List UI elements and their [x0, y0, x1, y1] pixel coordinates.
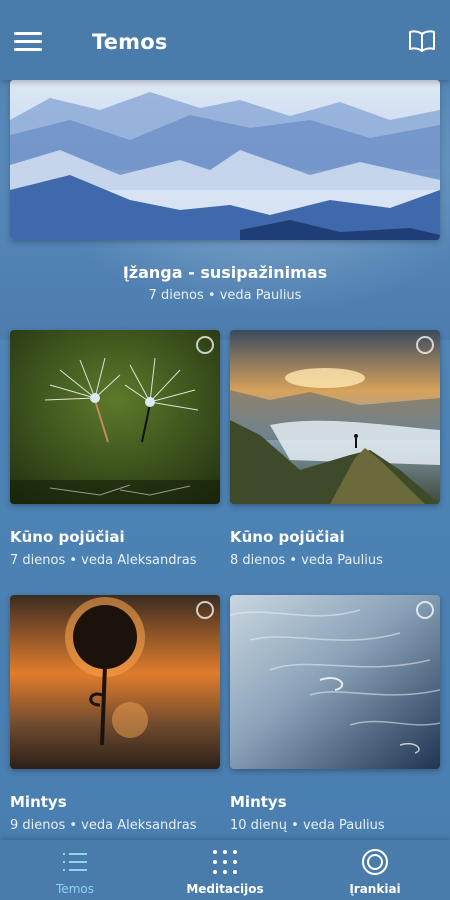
topic-card[interactable]	[230, 595, 440, 769]
completion-radio[interactable]	[196, 601, 214, 619]
list-icon	[63, 853, 87, 871]
completion-radio[interactable]	[416, 336, 434, 354]
featured-topic-subtitle: 7 dienos • veda Paulius	[148, 288, 302, 303]
featured-topic-title: Įžanga - susipažinimas	[122, 263, 328, 282]
dandelion-sunset-image	[10, 595, 220, 769]
nav-tab-meditacijos[interactable]: Meditacijos	[150, 840, 300, 900]
topic-card-subtitle: 8 dienos • veda Paulius	[230, 553, 383, 568]
dots-grid-icon	[213, 850, 237, 874]
topic-card-title: Mintys	[10, 793, 67, 811]
featured-topic-card[interactable]	[10, 80, 440, 240]
top-app-bar: Temos	[0, 0, 450, 80]
ocean-waves-image	[230, 595, 440, 769]
target-circle-icon	[362, 849, 388, 875]
nav-label: Meditacijos	[186, 882, 264, 896]
hiker-ridge-image	[230, 330, 440, 504]
topic-card-subtitle: 9 dienos • veda Aleksandras	[10, 818, 197, 833]
misty-mountains-image	[10, 80, 440, 240]
completion-radio[interactable]	[416, 601, 434, 619]
topic-card[interactable]	[10, 595, 220, 769]
nav-label: Temos	[56, 882, 94, 896]
topic-card-title: Kūno pojūčiai	[230, 528, 345, 546]
topics-list[interactable]: Įžanga - susipažinimas 7 dienos • veda P…	[0, 80, 450, 840]
topic-card-subtitle: 7 dienos • veda Aleksandras	[10, 553, 197, 568]
hamburger-menu-icon[interactable]	[14, 32, 42, 52]
open-book-icon[interactable]	[408, 30, 436, 52]
page-title: Temos	[92, 30, 168, 54]
dandelion-seeds-image	[10, 330, 220, 504]
topic-card[interactable]	[230, 330, 440, 504]
nav-tab-temos[interactable]: Temos	[0, 840, 150, 900]
nav-label: Įrankiai	[349, 882, 401, 896]
nav-tab-irankiai[interactable]: Įrankiai	[300, 840, 450, 900]
topic-card-title: Mintys	[230, 793, 287, 811]
bottom-navigation: Temos Meditacijos Įrankiai	[0, 840, 450, 900]
topic-card[interactable]	[10, 330, 220, 504]
topic-card-title: Kūno pojūčiai	[10, 528, 125, 546]
topic-card-subtitle: 10 dienų • veda Paulius	[230, 818, 385, 833]
completion-radio[interactable]	[196, 336, 214, 354]
